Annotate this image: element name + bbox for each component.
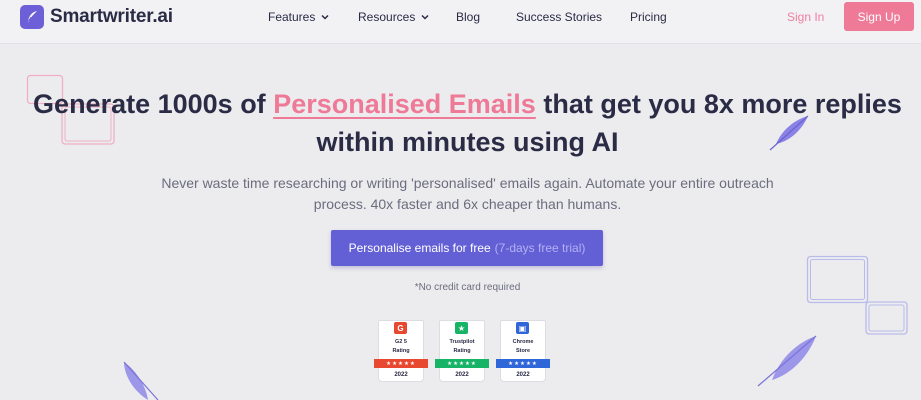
badge-title-line1: Chrome [512, 339, 534, 345]
no-credit-card-note: *No credit card required [414, 282, 521, 293]
badge-stars: ★★★★★ [496, 359, 550, 368]
trustpilot-rating-badge: ★ Trustpilot Rating ★★★★★ 2022 [435, 320, 489, 382]
badge-stars: ★★★★★ [435, 359, 489, 368]
g2-rating-badge: G G2 5 Rating ★★★★★ 2022 [374, 320, 428, 382]
hero-subtitle: Never waste time researching or writing … [161, 175, 774, 212]
hero-headline: Generate 1000s of Personalised Emails th… [0, 85, 921, 161]
brand-name: Smartwriter.ai [50, 6, 173, 27]
cta-trial-note: (7-days free trial) [494, 241, 586, 255]
nav-resources[interactable]: Resources [358, 10, 430, 24]
chevron-down-icon [421, 14, 429, 20]
badge-title-line1: G2 5 [395, 339, 407, 345]
quill-logo-icon [20, 5, 44, 29]
badge-title-line1: Trustpilot [449, 339, 475, 345]
feather-icon [757, 335, 817, 387]
g2-icon: G [394, 322, 407, 334]
headline-part-1: Generate 1000s of [33, 89, 266, 119]
nav-blog[interactable]: Blog [456, 10, 480, 24]
badge-title: Chrome Store [498, 338, 548, 356]
nav-success-stories-label: Success Stories [516, 10, 603, 24]
badge-title-line2: Rating [453, 348, 471, 354]
badge-year: 2022 [455, 372, 469, 378]
badge-stars: ★★★★★ [374, 359, 428, 368]
cta-label: Personalise emails for free [348, 241, 491, 255]
badge-year: 2022 [516, 372, 530, 378]
chevron-down-icon [321, 14, 329, 20]
badge-year: 2022 [394, 372, 408, 378]
badge-title-line2: Store [515, 348, 531, 354]
sign-in-link[interactable]: Sign In [787, 10, 824, 24]
feather-icon [123, 361, 159, 400]
nav-blog-label: Blog [456, 10, 481, 24]
badge-title: Trustpilot Rating [437, 338, 487, 356]
badge-title-line2: Rating [392, 348, 410, 354]
sign-up-button[interactable]: Sign Up [844, 2, 914, 31]
top-navbar: Smartwriter.ai Features Resources Blog S… [0, 0, 921, 44]
nav-pricing[interactable]: Pricing [630, 10, 667, 24]
chrome-store-icon: ▣ [516, 322, 529, 334]
nav-features-label: Features [268, 10, 316, 24]
trustpilot-star-icon: ★ [455, 322, 468, 334]
nav-pricing-label: Pricing [630, 10, 667, 24]
badge-title: G2 5 Rating [376, 338, 426, 356]
brand-logo[interactable]: Smartwriter.ai [20, 5, 173, 29]
chrome-store-badge: ▣ Chrome Store ★★★★★ 2022 [496, 320, 550, 382]
nav-resources-label: Resources [358, 10, 416, 24]
personalise-emails-cta-button[interactable]: Personalise emails for free (7-days free… [331, 230, 603, 266]
decorative-cards-right [806, 255, 908, 335]
nav-features[interactable]: Features [268, 10, 330, 24]
headline-highlight: Personalised Emails [273, 89, 536, 119]
nav-success-stories[interactable]: Success Stories [516, 10, 602, 24]
